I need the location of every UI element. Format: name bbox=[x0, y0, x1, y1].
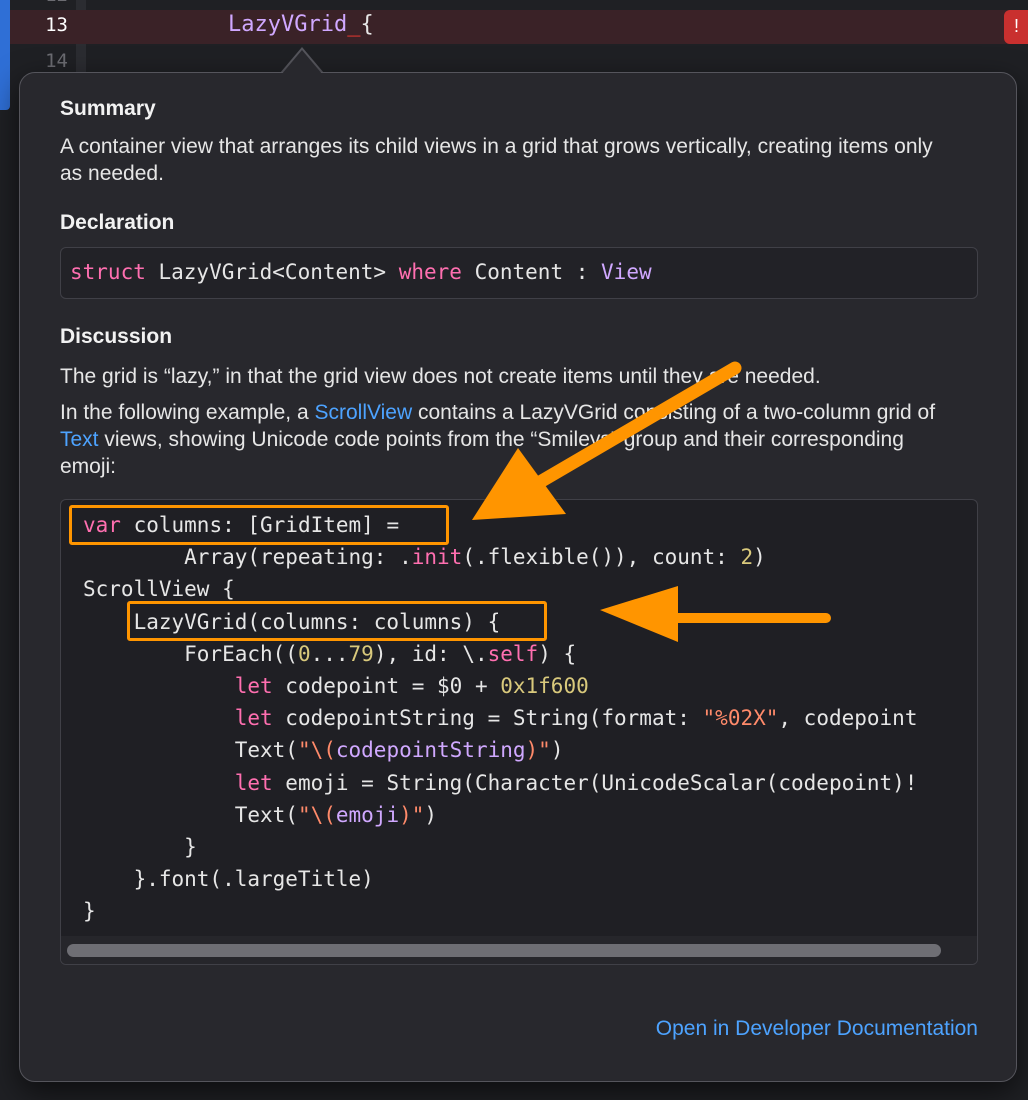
decl-constraint: Content : bbox=[461, 260, 602, 284]
line-number-12: 12 bbox=[12, 0, 68, 6]
discussion-text: In the following example, a bbox=[60, 401, 315, 424]
code-line: let codepointString = String(format: "%0… bbox=[234, 706, 918, 731]
decl-type-view[interactable]: View bbox=[601, 260, 652, 284]
code-line: Text("\(codepointString)") bbox=[83, 738, 564, 763]
discussion-heading: Discussion bbox=[60, 325, 173, 348]
text-link[interactable]: Text bbox=[60, 428, 99, 451]
discussion-text: contains a LazyVGrid consisting of a two… bbox=[412, 401, 936, 424]
decl-name: LazyVGrid<Content> bbox=[145, 260, 399, 284]
declaration-code: struct LazyVGrid<Content> where Content … bbox=[70, 260, 652, 284]
summary-heading: Summary bbox=[60, 97, 156, 120]
highlight-box-lazyvgrid bbox=[127, 601, 547, 641]
popover-pointer-fill bbox=[281, 50, 323, 75]
discussion-paragraph-1: The grid is “lazy,” in that the grid vie… bbox=[60, 365, 821, 388]
decl-keyword-where: where bbox=[398, 260, 462, 284]
source-control-bar bbox=[0, 0, 10, 110]
highlight-box-columns bbox=[69, 505, 449, 545]
quick-help-popover: Summary A container view that arranges i… bbox=[19, 50, 1017, 1082]
error-icon: ! bbox=[1014, 16, 1020, 36]
code-example-box[interactable]: var columns: [GridItem] = Array(repeatin… bbox=[60, 499, 978, 965]
code-line: let emoji = String(Character(UnicodeScal… bbox=[234, 770, 918, 795]
code-line: } bbox=[83, 899, 96, 924]
editor-code-line[interactable]: LazyVGrid_{ bbox=[228, 12, 374, 37]
code-line: let codepoint = $0 + 0x1f600 bbox=[234, 673, 589, 698]
declaration-heading: Declaration bbox=[60, 211, 175, 234]
summary-text: A container view that arranges its child… bbox=[60, 135, 933, 185]
line-number-14: 14 bbox=[45, 50, 68, 72]
code-brace: { bbox=[360, 12, 374, 37]
discussion-paragraph-2: In the following example, a ScrollView c… bbox=[60, 399, 960, 480]
code-line: Text("\(emoji)") bbox=[83, 802, 438, 827]
code-line: ForEach((0...79), id: \.self) { bbox=[83, 641, 577, 666]
code-identifier[interactable]: LazyVGrid bbox=[228, 12, 347, 37]
decl-keyword-struct: struct bbox=[70, 260, 146, 284]
code-example: var columns: [GridItem] = Array(repeatin… bbox=[83, 509, 917, 927]
scrollview-link[interactable]: ScrollView bbox=[314, 401, 412, 424]
horizontal-scrollbar[interactable] bbox=[61, 936, 977, 964]
code-line: Array(repeating: .init(.flexible()), cou… bbox=[83, 545, 766, 570]
error-line-highlight bbox=[10, 10, 1028, 44]
error-badge[interactable]: ! bbox=[1004, 10, 1028, 44]
scrollbar-thumb[interactable] bbox=[67, 944, 941, 957]
insertion-cursor: _ bbox=[347, 12, 361, 37]
discussion-text: views, showing Unicode code points from … bbox=[60, 428, 904, 478]
declaration-box: struct LazyVGrid<Content> where Content … bbox=[60, 247, 978, 299]
code-line: } bbox=[83, 834, 197, 859]
code-line: }.font(.largeTitle) bbox=[83, 867, 374, 892]
open-developer-docs-link[interactable]: Open in Developer Documentation bbox=[656, 1017, 978, 1041]
line-number-13: 13 bbox=[45, 14, 68, 36]
